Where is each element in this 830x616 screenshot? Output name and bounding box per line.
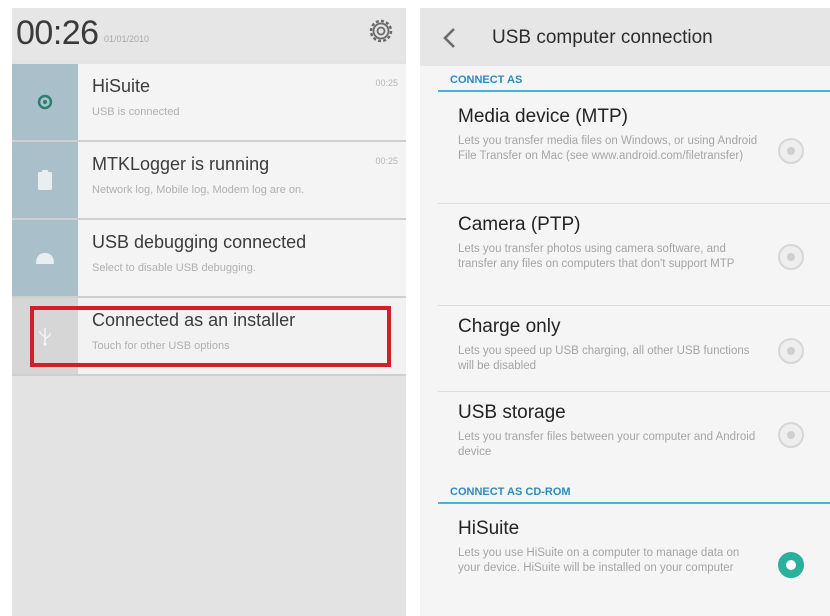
notification-shade: 00:26 01/01/2010 HiSuite USB is connecte…	[12, 8, 406, 616]
notification-usb-debugging[interactable]: USB debugging connected Select to disabl…	[12, 220, 406, 298]
radio-button[interactable]	[778, 138, 804, 164]
option-description: Lets you use HiSuite on a computer to ma…	[458, 547, 740, 574]
notification-subtitle: Select to disable USB debugging.	[92, 262, 256, 274]
option-charge-only[interactable]: Charge only Lets you speed up USB chargi…	[438, 306, 830, 392]
date: 01/01/2010	[104, 34, 150, 44]
back-icon[interactable]	[440, 26, 462, 50]
highlight-box	[30, 306, 391, 367]
option-camera[interactable]: Camera (PTP) Lets you transfer photos us…	[438, 204, 830, 306]
notification-time: 00:25	[375, 78, 398, 88]
notification-subtitle: Network log, Mobile log, Modem log are o…	[92, 184, 305, 196]
android-icon	[12, 220, 78, 296]
gear-icon[interactable]	[368, 18, 394, 44]
option-description: Lets you transfer media files on Windows…	[458, 135, 758, 162]
section-header-connect-as: CONNECT AS	[438, 70, 830, 92]
option-description: Lets you transfer photos using camera so…	[458, 243, 735, 270]
notification-hisuite[interactable]: HiSuite USB is connected 00:25	[12, 64, 406, 142]
notification-title: HiSuite	[92, 76, 151, 96]
app-bar: USB computer connection	[420, 8, 830, 66]
option-title: HiSuite	[458, 518, 520, 539]
option-title: Media device (MTP)	[458, 106, 628, 127]
radio-button[interactable]	[778, 422, 804, 448]
radio-button-selected[interactable]	[778, 552, 804, 578]
option-usb-storage[interactable]: USB storage Lets you transfer files betw…	[438, 392, 830, 482]
notification-mtklogger[interactable]: MTKLogger is running Network log, Mobile…	[12, 142, 406, 220]
option-description: Lets you transfer files between your com…	[458, 431, 756, 458]
notification-subtitle: USB is connected	[92, 106, 180, 118]
radio-button[interactable]	[778, 244, 804, 270]
usb-settings-screen: USB computer connection CONNECT AS Media…	[420, 8, 830, 616]
clock: 00:26	[16, 14, 99, 52]
option-title: Camera (PTP)	[458, 214, 581, 235]
option-hisuite[interactable]: HiSuite Lets you use HiSuite on a comput…	[438, 508, 830, 616]
status-bar: 00:26 01/01/2010	[12, 8, 406, 60]
notification-time: 00:25	[375, 156, 398, 166]
page-title: USB computer connection	[492, 27, 713, 48]
notification-title: MTKLogger is running	[92, 154, 270, 174]
option-title: Charge only	[458, 316, 561, 337]
hisuite-icon	[12, 64, 78, 140]
option-description: Lets you speed up USB charging, all othe…	[458, 345, 750, 372]
option-media-device[interactable]: Media device (MTP) Lets you transfer med…	[438, 96, 830, 204]
section-header-connect-as-cdrom: CONNECT AS CD-ROM	[438, 482, 830, 504]
notification-title: USB debugging connected	[92, 232, 307, 252]
option-title: USB storage	[458, 402, 566, 423]
radio-button[interactable]	[778, 338, 804, 364]
clipboard-icon	[12, 142, 78, 218]
